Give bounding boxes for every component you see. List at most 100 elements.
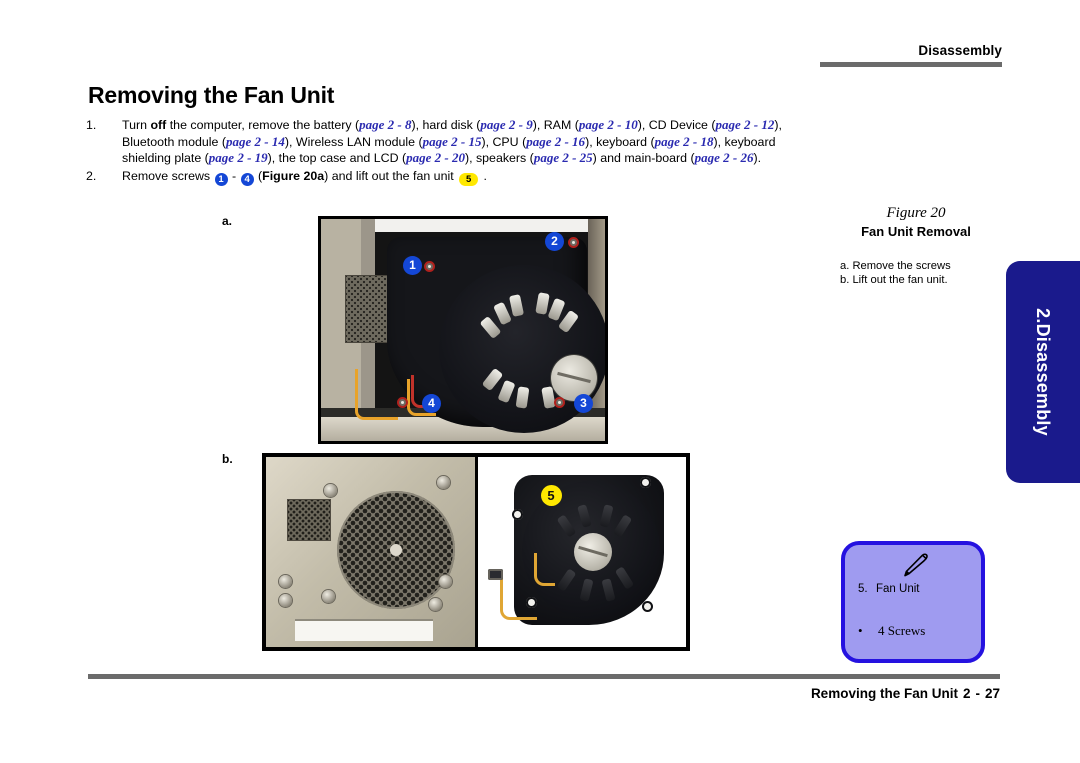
page-reference-link[interactable]: page 2 - 10 xyxy=(579,117,638,132)
grille-hub xyxy=(389,544,402,557)
chassis-screw xyxy=(439,574,453,588)
fan-mount-hole xyxy=(511,509,523,520)
step-text: ), CD Device ( xyxy=(637,118,716,132)
page-reference-link[interactable]: page 2 - 20 xyxy=(406,150,465,165)
figure-caption: Figure 20 Fan Unit Removal xyxy=(836,205,996,239)
screw-marker-4 xyxy=(397,397,408,408)
footer: Removing the Fan Unit 2-27 xyxy=(500,686,1000,701)
figure-label-a: a. xyxy=(222,214,233,228)
fan-blade xyxy=(481,367,504,392)
step-text: ), speakers ( xyxy=(464,151,534,166)
page-reference-link[interactable]: page 2 - 8 xyxy=(359,117,411,132)
step-text: the computer, remove the battery ( xyxy=(166,118,360,132)
figure-20a-photo: 1 2 3 4 xyxy=(318,216,608,444)
inline-callout-badge: 1 xyxy=(214,172,228,186)
chassis-screw xyxy=(278,593,292,607)
fan-unit-removed-photo: 5 xyxy=(477,457,686,647)
step-text: ) and main-board ( xyxy=(592,151,695,166)
note-bullet-glyph: • xyxy=(858,623,863,638)
step-text: . xyxy=(480,168,487,183)
fan-blade xyxy=(497,379,516,404)
fan-cable xyxy=(533,553,555,586)
vent-mesh-square xyxy=(286,498,331,541)
page-reference-link[interactable]: page 2 - 18 xyxy=(655,134,714,149)
fan-blade xyxy=(515,386,530,409)
callout-badge-1: 1 xyxy=(403,256,422,275)
fan-blade xyxy=(578,578,594,602)
fan-blade xyxy=(612,514,632,538)
header-section-label: Disassembly xyxy=(918,43,1002,58)
pen-icon xyxy=(896,551,930,586)
figure-label-b: b. xyxy=(222,452,233,466)
fan-blade xyxy=(557,309,580,334)
note-bullet-item: • 4 Screws xyxy=(858,623,925,639)
figure-number: Figure 20 xyxy=(886,205,946,221)
fan-blade xyxy=(600,578,616,602)
fan-blade xyxy=(614,566,634,590)
chassis-screw xyxy=(324,483,338,497)
fan-mount-hole xyxy=(641,601,653,612)
callout-badge-3: 3 xyxy=(574,394,593,413)
instruction-step: 2. Remove screws 1 - 4 (Figure 20a) and l… xyxy=(86,168,826,186)
step-text: ), keyboard ( xyxy=(585,134,655,149)
fan-hub xyxy=(551,355,597,401)
footer-page: 27 xyxy=(984,686,1000,701)
step-text: ), Wireless LAN module ( xyxy=(284,134,423,149)
chassis-bottom-bar xyxy=(295,619,433,641)
instruction-list: 1. Turn off the computer, remove the batt… xyxy=(86,117,826,187)
footer-title: Removing the Fan Unit xyxy=(810,686,958,701)
fan-blade xyxy=(535,292,550,315)
fan-blade xyxy=(508,294,525,317)
note-box: 5. Fan Unit • 4 Screws xyxy=(841,541,985,663)
step-text: ), the top case and LCD ( xyxy=(267,151,407,166)
step-text: ), CPU ( xyxy=(481,134,527,149)
page-reference-link[interactable]: page 2 - 19 xyxy=(209,150,268,165)
figure-note-a: a. Remove the screws xyxy=(840,260,951,272)
fan-mount-hole xyxy=(639,477,651,488)
fan-connector xyxy=(487,569,503,580)
instruction-step: 1. Turn off the computer, remove the batt… xyxy=(86,117,826,167)
fan-grille xyxy=(336,491,455,610)
fan-blade xyxy=(479,315,502,340)
emphasis-text: Figure 20a xyxy=(262,168,325,183)
page-reference-link[interactable]: page 2 - 26 xyxy=(695,150,754,165)
page-reference-link[interactable]: page 2 - 9 xyxy=(480,117,532,132)
chapter-tab: 2.Disassembly xyxy=(1006,261,1080,483)
screw-marker-1 xyxy=(424,261,435,272)
inline-callout-badge-yellow: 5 xyxy=(459,172,479,186)
fan-blade xyxy=(556,514,576,538)
fan-blade xyxy=(493,301,512,326)
step-text: ), RAM ( xyxy=(532,118,579,132)
chassis-top-edge xyxy=(374,219,588,232)
fan-cable xyxy=(499,575,537,620)
figure-20b-photo: 5 xyxy=(262,453,690,651)
fan-bay-empty-photo xyxy=(266,457,478,647)
page-title: Removing the Fan Unit xyxy=(88,82,335,108)
fan-blade xyxy=(556,568,576,592)
page-reference-link[interactable]: page 2 - 14 xyxy=(226,134,285,149)
step-text: - xyxy=(228,168,240,183)
fan-blade xyxy=(598,504,614,528)
chapter-tab-label: 2.Disassembly xyxy=(1033,308,1054,436)
note-item: 5. Fan Unit xyxy=(858,583,919,595)
note-bullet-label: 4 Screws xyxy=(878,623,926,638)
figure-notes: a. Remove the screws b. Lift out the fan… xyxy=(840,259,1010,288)
step-text: ). xyxy=(753,151,762,166)
note-item-number: 5. xyxy=(858,583,868,595)
callout-badge-4: 4 xyxy=(422,394,441,413)
footer-rule xyxy=(88,674,1000,679)
page-reference-link[interactable]: page 2 - 15 xyxy=(423,134,482,149)
footer-chapter: 2 xyxy=(962,686,971,701)
page-reference-link[interactable]: page 2 - 16 xyxy=(526,134,585,149)
screw-marker-2 xyxy=(568,237,579,248)
step-text: Remove screws xyxy=(122,168,214,183)
inline-callout-badge: 4 xyxy=(240,172,254,186)
step-number: 2. xyxy=(86,168,97,183)
callout-badge-5: 5 xyxy=(540,485,562,506)
note-item-label: Fan Unit xyxy=(876,583,920,595)
page-reference-link[interactable]: page 2 - 12 xyxy=(716,117,775,132)
chassis-screw xyxy=(436,476,450,489)
step-text: Turn xyxy=(122,118,151,132)
figure-note-b: b. Lift out the fan unit. xyxy=(840,274,948,287)
page-reference-link[interactable]: page 2 - 25 xyxy=(534,150,593,165)
